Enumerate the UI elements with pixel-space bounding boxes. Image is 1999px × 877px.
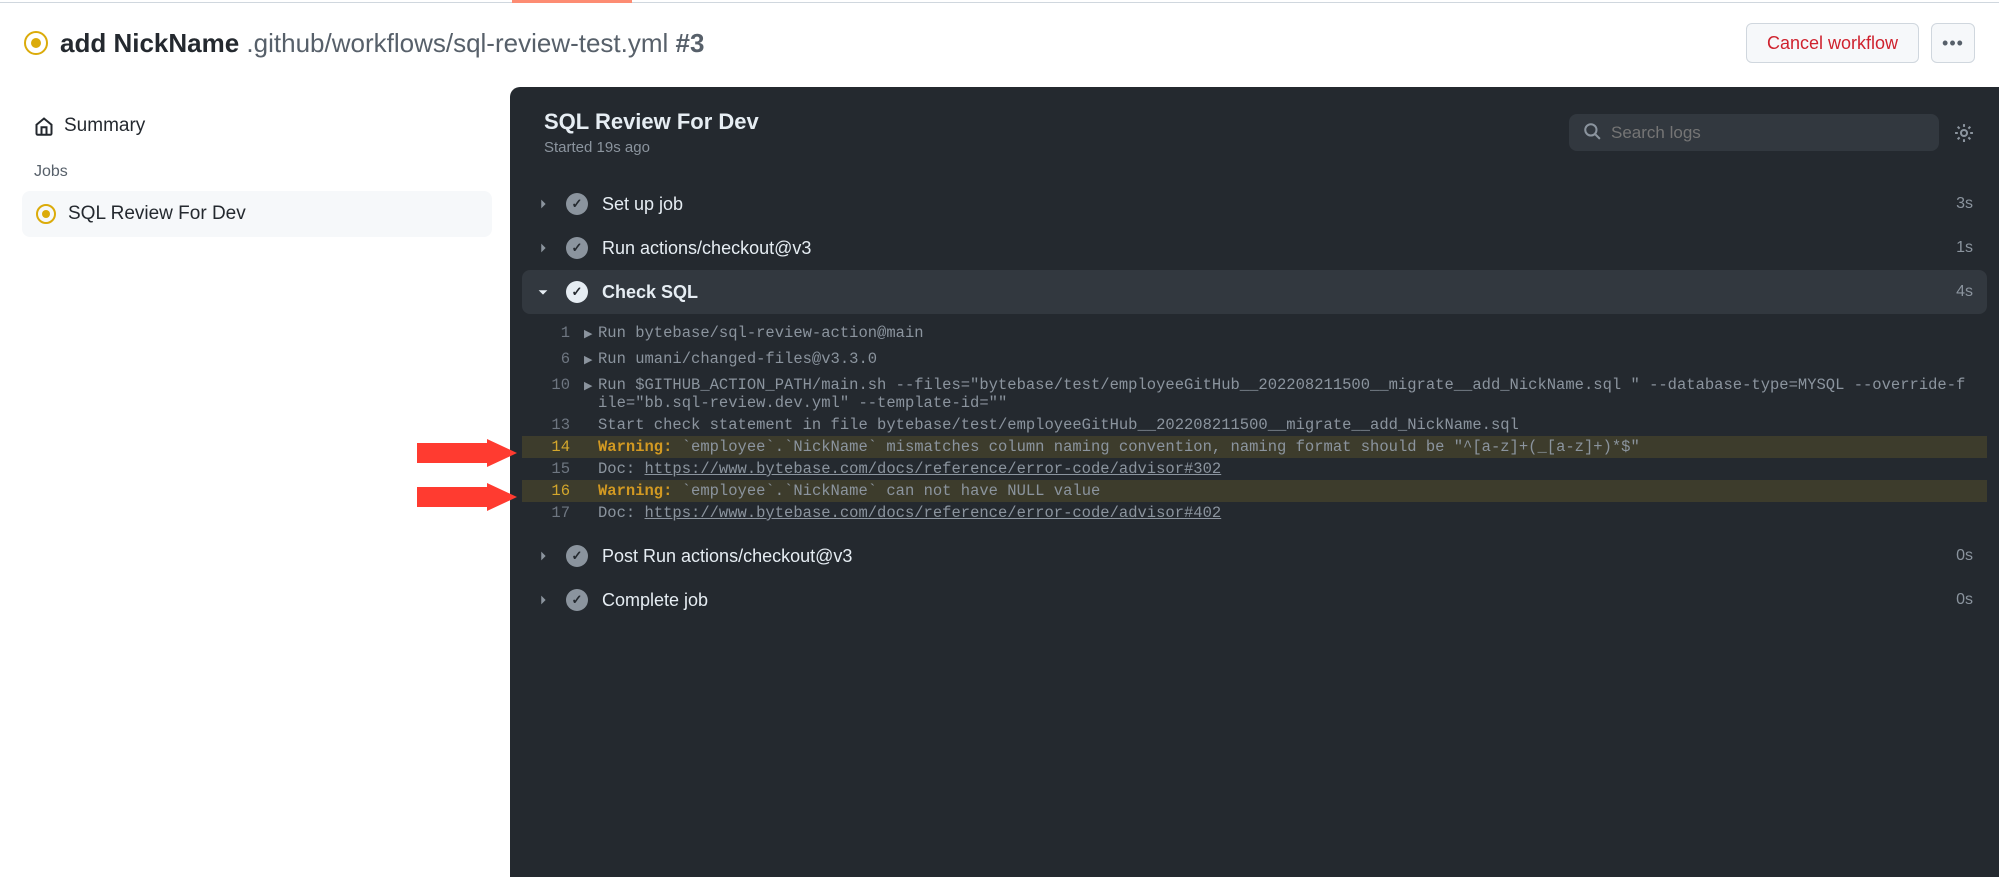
step-duration: 0s [1956,591,1973,609]
summary-label: Summary [64,115,145,137]
step-row[interactable]: ✓ Set up job 3s [522,182,1987,226]
step-duration: 3s [1956,195,1973,213]
step-row[interactable]: ✓ Run actions/checkout@v3 1s [522,226,1987,270]
search-logs-input[interactable] [1611,123,1925,143]
summary-link[interactable]: Summary [22,105,492,147]
line-number: 13 [522,416,584,434]
log-line-warning[interactable]: 14 Warning: `employee`.`NickName` mismat… [522,436,1987,458]
step-duration: 1s [1956,239,1973,257]
step-row[interactable]: ✓ Post Run actions/checkout@v3 0s [522,534,1987,578]
job-status-running-icon [36,204,56,224]
log-text: Doc: https://www.bytebase.com/docs/refer… [598,460,1987,478]
job-label: SQL Review For Dev [68,203,246,225]
sidebar-job-item[interactable]: SQL Review For Dev [22,191,492,237]
check-success-icon: ✓ [566,237,588,259]
step-duration: 0s [1956,547,1973,565]
fold-triangle-icon[interactable]: ▶ [584,376,598,412]
line-number: 1 [522,324,584,346]
step-duration: 4s [1956,283,1973,301]
chevron-right-icon [536,549,556,563]
kebab-icon: ••• [1942,33,1964,54]
cancel-workflow-button[interactable]: Cancel workflow [1746,23,1919,63]
line-number: 14 [522,438,584,456]
check-success-icon: ✓ [566,193,588,215]
settings-button[interactable] [1953,122,1975,144]
log-text: Warning: `employee`.`NickName` mismatche… [598,438,1987,456]
log-text: Doc: https://www.bytebase.com/docs/refer… [598,504,1987,522]
check-success-icon: ✓ [566,281,588,303]
job-title: SQL Review For Dev [544,109,759,135]
log-line[interactable]: 13 Start check statement in file bytebas… [522,414,1987,436]
top-divider [0,0,1999,3]
search-logs[interactable] [1569,114,1939,151]
run-status-running-icon [24,31,48,55]
log-line[interactable]: 10 ▶ Run $GITHUB_ACTION_PATH/main.sh --f… [522,374,1987,414]
step-name: Run actions/checkout@v3 [602,238,1956,259]
step-row[interactable]: ✓ Complete job 0s [522,578,1987,622]
sidebar: Summary Jobs SQL Review For Dev [0,87,510,877]
doc-link[interactable]: https://www.bytebase.com/docs/reference/… [645,504,1222,522]
line-number: 15 [522,460,584,478]
log-text: Run umani/changed-files@v3.3.0 [598,350,1987,372]
step-row-expanded[interactable]: ✓ Check SQL 4s [522,270,1987,314]
jobs-heading: Jobs [22,147,492,191]
fold-triangle-icon[interactable]: ▶ [584,350,598,372]
step-name: Check SQL [602,282,1956,303]
log-panel: SQL Review For Dev Started 19s ago [510,87,1999,877]
log-line-warning[interactable]: 16 Warning: `employee`.`NickName` can no… [522,480,1987,502]
doc-link[interactable]: https://www.bytebase.com/docs/reference/… [645,460,1222,478]
line-number: 16 [522,482,584,500]
line-number: 10 [522,376,584,412]
chevron-down-icon [536,285,556,299]
chevron-right-icon [536,197,556,211]
home-icon [34,116,54,136]
chevron-right-icon [536,241,556,255]
search-icon [1583,122,1601,143]
log-line[interactable]: 6 ▶ Run umani/changed-files@v3.3.0 [522,348,1987,374]
job-started-time: Started 19s ago [544,139,759,156]
log-line[interactable]: 1 ▶ Run bytebase/sql-review-action@main [522,322,1987,348]
more-actions-button[interactable]: ••• [1931,23,1975,63]
log-text: Run bytebase/sql-review-action@main [598,324,1987,346]
line-number: 17 [522,504,584,522]
log-line[interactable]: 15 Doc: https://www.bytebase.com/docs/re… [522,458,1987,480]
check-success-icon: ✓ [566,589,588,611]
active-tab-indicator [512,0,632,3]
log-text: Warning: `employee`.`NickName` can not h… [598,482,1987,500]
fold-triangle-icon[interactable]: ▶ [584,324,598,346]
page-title: add NickName .github/workflows/sql-revie… [60,28,704,59]
step-name: Set up job [602,194,1956,215]
step-name: Post Run actions/checkout@v3 [602,546,1956,567]
step-name: Complete job [602,590,1956,611]
line-number: 6 [522,350,584,372]
chevron-right-icon [536,593,556,607]
log-line[interactable]: 17 Doc: https://www.bytebase.com/docs/re… [522,502,1987,524]
log-text: Start check statement in file bytebase/t… [598,416,1987,434]
check-success-icon: ✓ [566,545,588,567]
log-output: 1 ▶ Run bytebase/sql-review-action@main … [522,314,1987,534]
page-header: add NickName .github/workflows/sql-revie… [0,3,1999,87]
log-text: Run $GITHUB_ACTION_PATH/main.sh --files=… [598,376,1987,412]
